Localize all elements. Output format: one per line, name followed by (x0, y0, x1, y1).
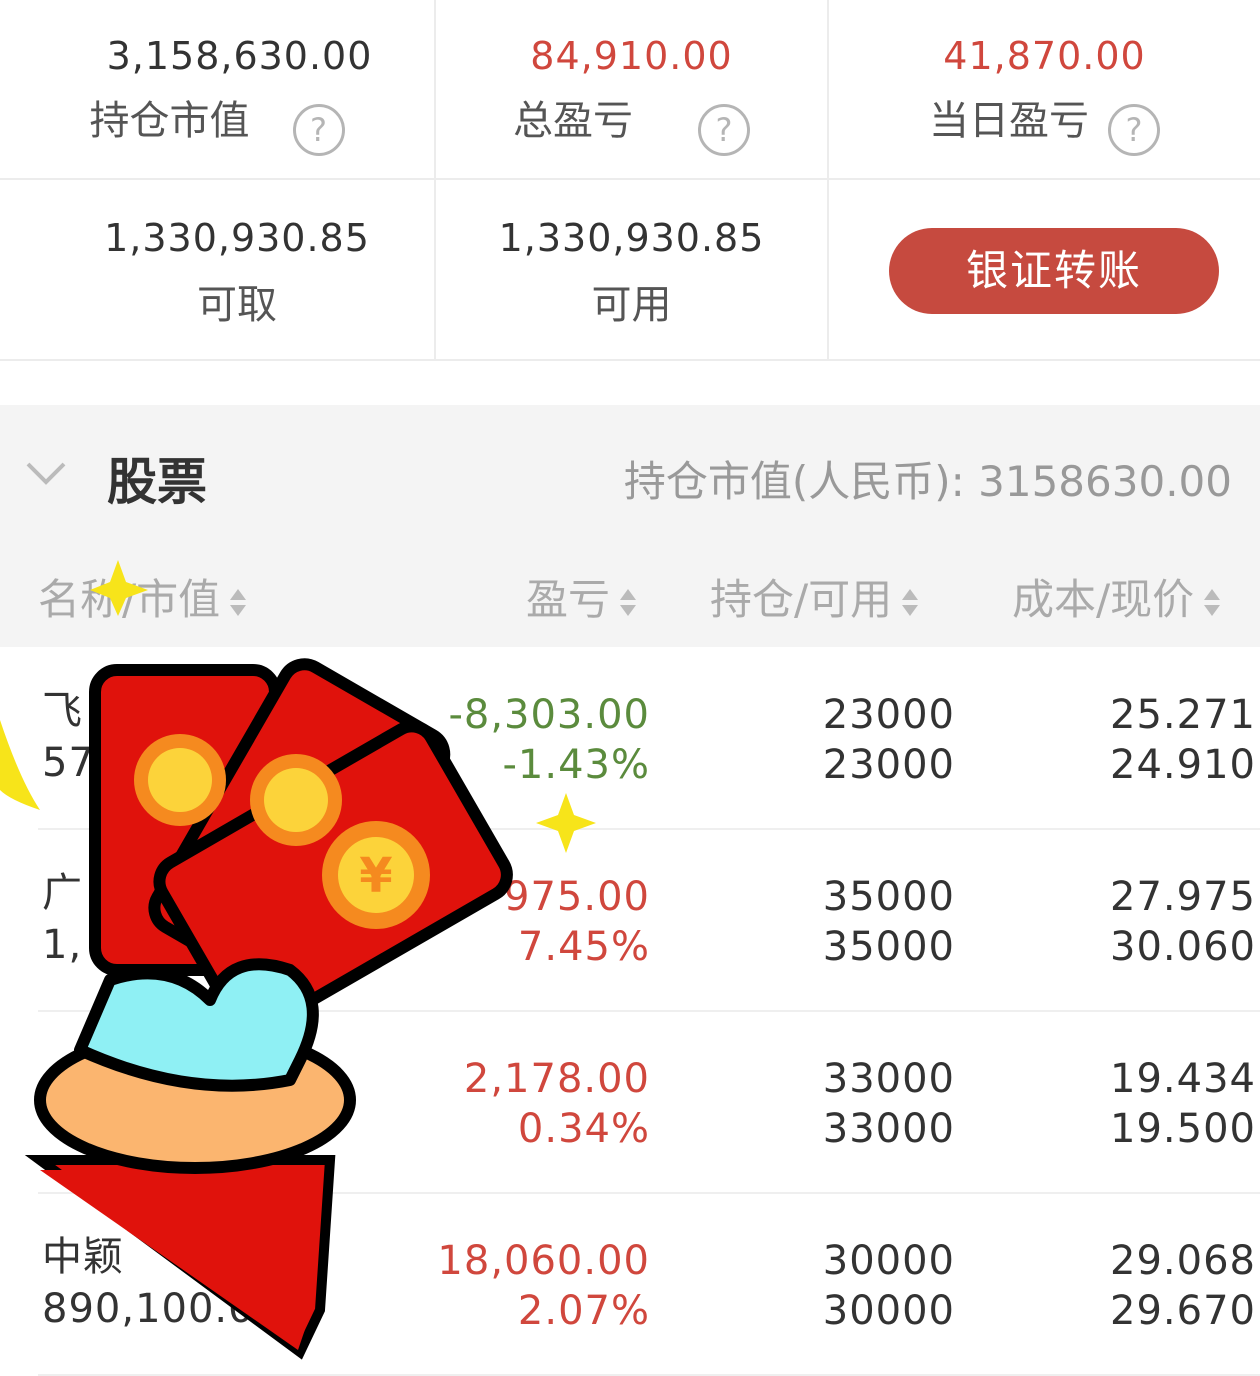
holding-qty: 35000 (822, 874, 955, 920)
cost-price: 19.434 (1110, 1056, 1256, 1102)
current-price: 29.670 (1110, 1288, 1256, 1334)
withdrawable-cell: 1,330,930.85 可取 (0, 216, 474, 330)
available-cell: 1,330,930.85 可用 (436, 216, 827, 330)
total-pl-label: 总盈亏 (512, 98, 633, 144)
sparkle-icon (0, 720, 40, 810)
column-cost-label: 成本/现价 (1012, 575, 1195, 624)
daily-pl-cell: 41,870.00 当日盈亏 ? (829, 34, 1260, 156)
coin-glyph: ¥ (359, 848, 392, 904)
cost-price: 29.068 (1110, 1238, 1256, 1284)
help-icon[interactable]: ? (292, 103, 345, 156)
available-label: 可用 (591, 282, 672, 328)
sparkle-icon (536, 793, 596, 853)
holding-value-cell: 3,158,630.00 持仓市值 ? (0, 34, 434, 156)
red-envelope-hand-icon[interactable]: ¥ (0, 560, 620, 1376)
daily-pl: 41,870.00 (943, 34, 1146, 78)
chevron-down-icon[interactable] (24, 450, 68, 494)
column-position-label: 持仓/可用 (710, 575, 893, 624)
holding-value-label: 持仓市值 (89, 98, 250, 144)
sort-icon (900, 585, 920, 621)
section-total-label: 持仓市值(人民币): (623, 457, 965, 506)
sort-position[interactable]: 持仓/可用 (710, 566, 920, 627)
section-title[interactable]: 股票 (107, 442, 207, 514)
holding-qty: 23000 (822, 692, 955, 738)
holding-qty: 33000 (822, 1056, 955, 1102)
total-pl-cell: 84,910.00 总盈亏 ? (436, 34, 827, 156)
cost-price: 27.975 (1110, 874, 1256, 920)
available-qty: 33000 (822, 1106, 955, 1152)
divider (0, 359, 1260, 361)
sparkle-icon (90, 560, 148, 616)
sort-icon (618, 585, 638, 621)
available-qty: 30000 (822, 1288, 955, 1334)
current-price: 30.060 (1110, 924, 1256, 970)
bank-transfer-button[interactable]: 银证转账 (889, 228, 1219, 314)
withdrawable-value: 1,330,930.85 (104, 216, 370, 260)
current-price: 24.910 (1110, 742, 1256, 788)
help-icon[interactable]: ? (1108, 103, 1161, 156)
section-total-value: 3158630.00 (978, 457, 1232, 506)
current-price: 19.500 (1110, 1106, 1256, 1152)
sort-cost[interactable]: 成本/现价 (1012, 566, 1222, 627)
daily-pl-label: 当日盈亏 (928, 98, 1089, 144)
available-qty: 23000 (822, 742, 955, 788)
cost-price: 25.271 (1110, 692, 1256, 738)
holding-value: 3,158,630.00 (106, 34, 373, 78)
holding-qty: 30000 (822, 1238, 955, 1284)
help-icon[interactable]: ? (698, 103, 751, 156)
available-qty: 35000 (822, 924, 955, 970)
available-value: 1,330,930.85 (498, 216, 765, 260)
section-total: 持仓市值(人民币): 3158630.00 (624, 448, 1232, 509)
divider (0, 178, 1260, 180)
account-summary: 3,158,630.00 持仓市值 ? 84,910.00 总盈亏 ? 41,8… (0, 0, 1260, 362)
withdrawable-label: 可取 (197, 282, 277, 328)
total-pl: 84,910.00 (530, 34, 733, 78)
sort-icon (1202, 585, 1222, 621)
